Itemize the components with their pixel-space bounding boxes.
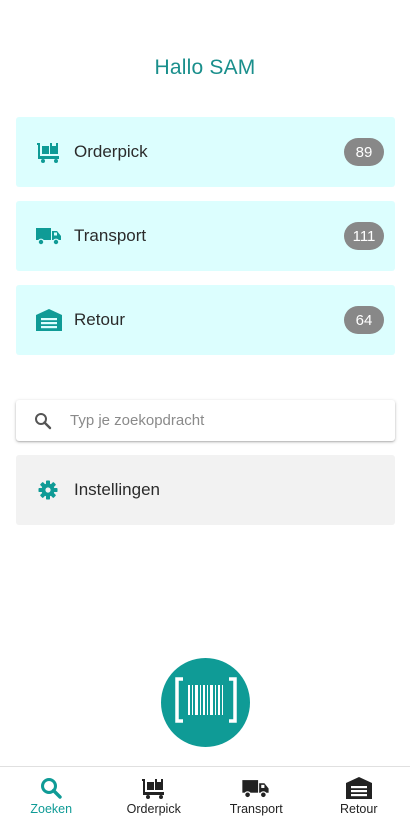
truck-icon <box>36 224 62 248</box>
nav-item-retour[interactable]: Retour <box>308 767 410 823</box>
menu-card-orderpick[interactable]: Orderpick 89 <box>16 117 395 187</box>
nav-item-zoeken[interactable]: Zoeken <box>0 767 103 823</box>
search-icon <box>34 412 52 430</box>
search-icon <box>40 777 62 799</box>
truck-icon <box>242 777 270 799</box>
menu-card-transport[interactable]: Transport 111 <box>16 201 395 271</box>
nav-label-zoeken: Zoeken <box>30 802 73 816</box>
nav-item-orderpick[interactable]: Orderpick <box>103 767 206 823</box>
search-bar <box>16 400 395 441</box>
nav-label-orderpick: Orderpick <box>126 802 181 816</box>
nav-item-transport[interactable]: Transport <box>205 767 308 823</box>
cart-icon <box>141 777 167 799</box>
nav-label-retour: Retour <box>339 802 378 816</box>
settings-label: Instellingen <box>74 480 161 499</box>
menu-label-transport: Transport <box>74 226 147 245</box>
search-input[interactable] <box>70 400 380 441</box>
nav-label-transport: Transport <box>229 802 283 816</box>
menu-label-orderpick: Orderpick <box>74 142 148 161</box>
gear-icon <box>38 480 58 500</box>
barcode-scan-icon <box>174 677 237 728</box>
greeting-title: Hallo SAM <box>154 56 256 79</box>
count-badge-retour: 64 <box>344 306 384 334</box>
barcode-scan-button[interactable] <box>161 658 250 747</box>
menu-card-retour[interactable]: Retour 64 <box>16 285 395 355</box>
settings-button[interactable]: Instellingen <box>16 455 395 525</box>
cart-icon <box>36 140 62 164</box>
bottom-nav: Zoeken Orderpick Transport Retour <box>0 766 410 823</box>
warehouse-icon <box>345 777 372 799</box>
count-badge-orderpick: 89 <box>344 138 384 166</box>
count-badge-transport: 111 <box>344 222 384 250</box>
warehouse-icon <box>36 308 62 332</box>
menu-label-retour: Retour <box>74 310 126 329</box>
